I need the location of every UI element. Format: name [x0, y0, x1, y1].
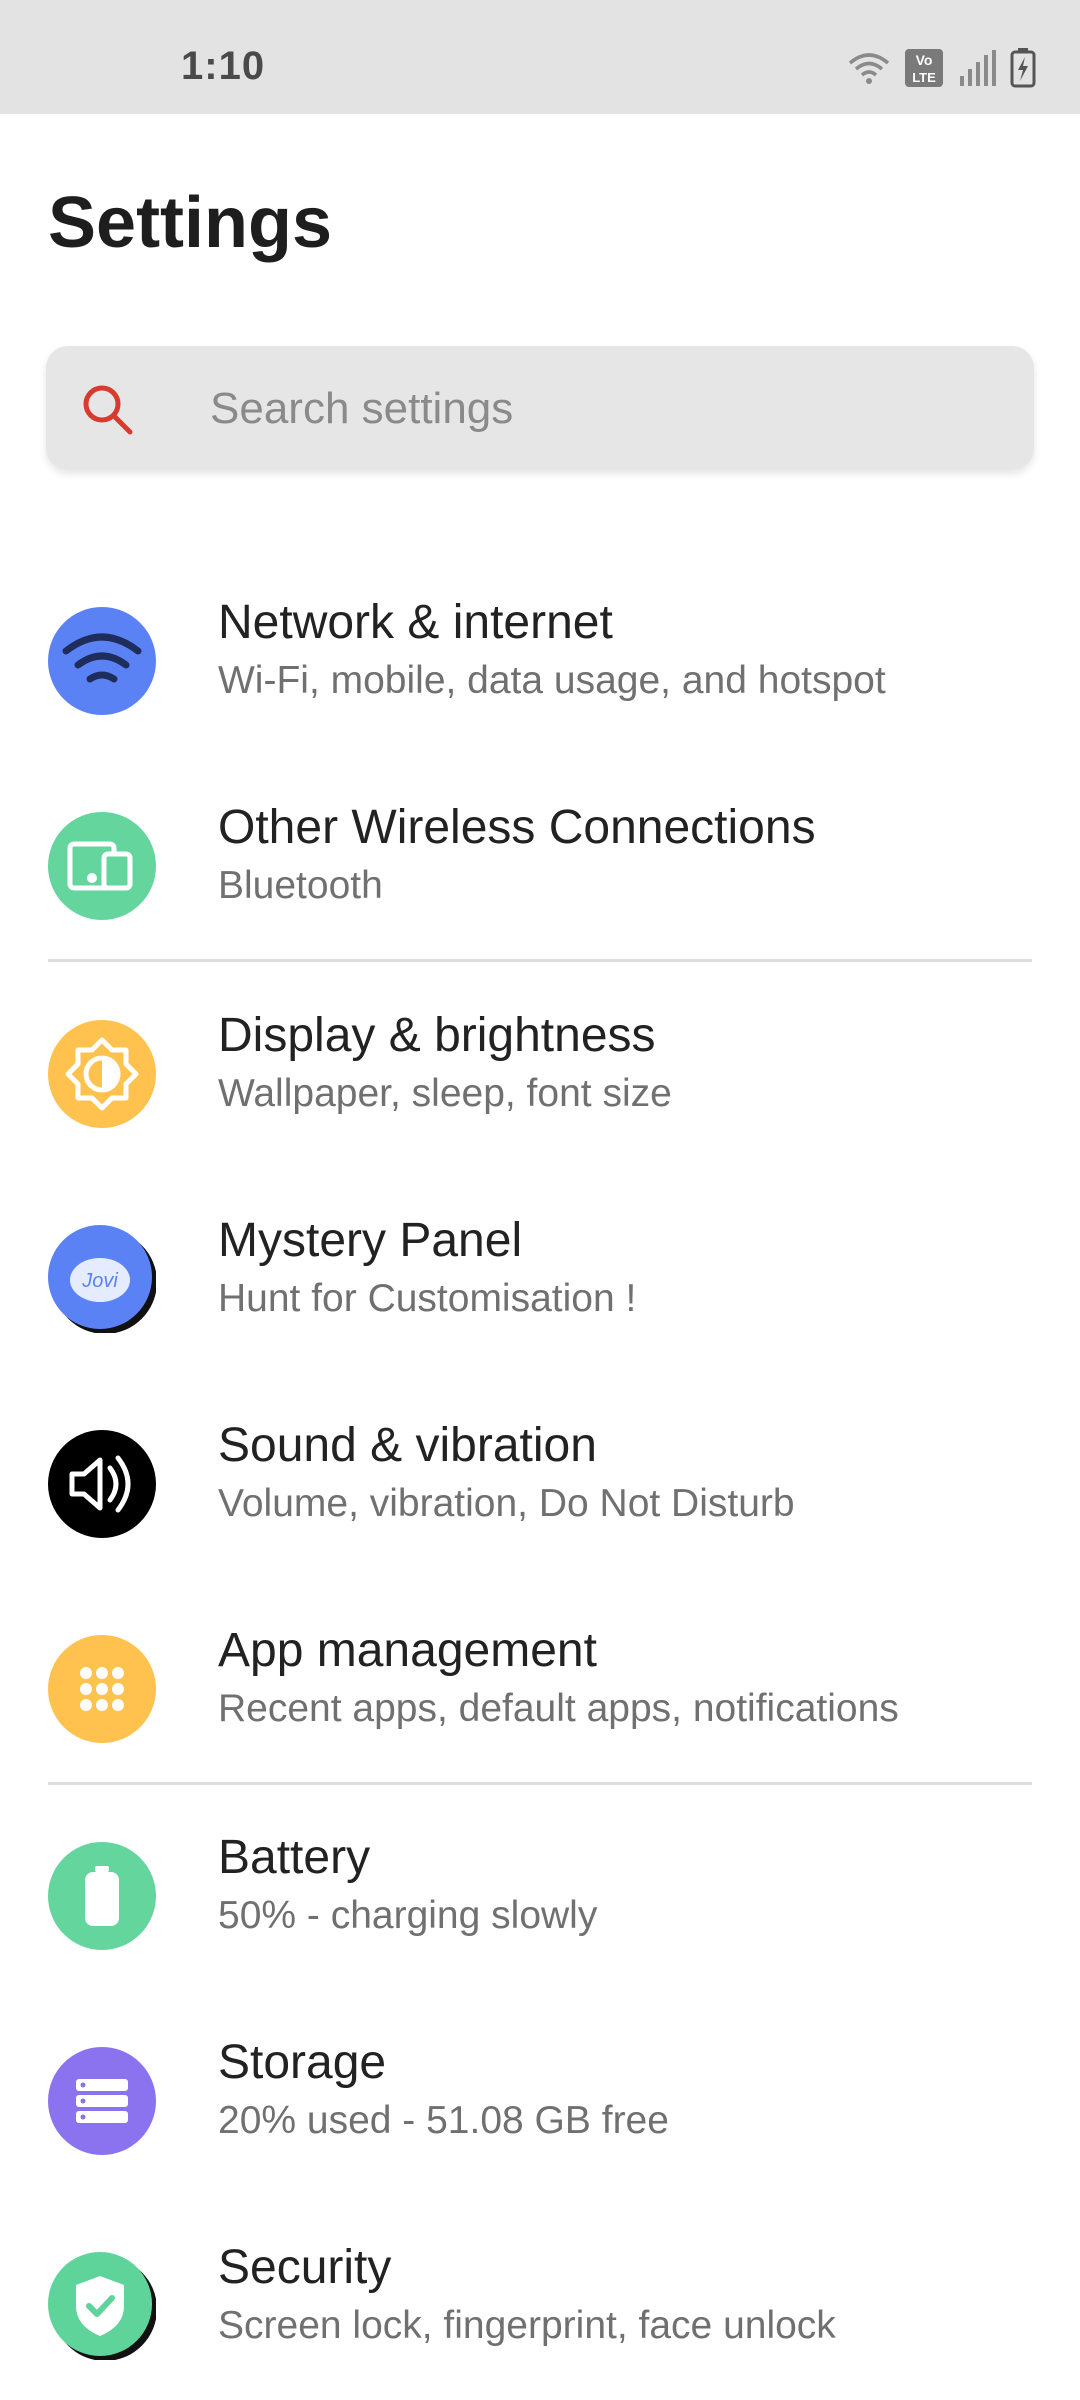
item-subtitle: Bluetooth: [218, 864, 383, 907]
search-bar[interactable]: Search settings: [46, 346, 1034, 470]
apps-grid-icon: [48, 1635, 156, 1743]
item-subtitle: Volume, vibration, Do Not Disturb: [218, 1482, 795, 1525]
svg-text:Jovi: Jovi: [81, 1270, 118, 1292]
item-subtitle: 50% - charging slowly: [218, 1894, 598, 1937]
settings-item-app-management[interactable]: App management Recent apps, default apps…: [0, 1583, 1080, 1773]
settings-item-battery[interactable]: Battery 50% - charging slowly: [0, 1790, 1080, 1980]
status-icons: Vo LTE: [848, 48, 1036, 88]
devices-icon: [48, 812, 156, 920]
page-title: Settings: [48, 183, 333, 263]
item-subtitle: Screen lock, fingerprint, face unlock: [218, 2304, 836, 2347]
search-icon: [80, 382, 136, 438]
item-title: Battery: [218, 1831, 371, 1884]
section-divider: [48, 959, 1032, 962]
battery-icon: [48, 1842, 156, 1950]
item-title: Sound & vibration: [218, 1419, 597, 1472]
storage-icon: [48, 2047, 156, 2155]
battery-charging-icon: [1010, 48, 1036, 88]
item-title: Other Wireless Connections: [218, 801, 816, 854]
shield-icon: [48, 2252, 157, 2361]
item-title: Security: [218, 2241, 392, 2294]
speaker-icon: [48, 1430, 156, 1538]
settings-item-other-wireless[interactable]: Other Wireless Connections Bluetooth: [0, 760, 1080, 950]
settings-item-network[interactable]: Network & internet Wi-Fi, mobile, data u…: [0, 555, 1080, 745]
section-divider: [48, 1782, 1032, 1785]
settings-item-security[interactable]: Security Screen lock, fingerprint, face …: [0, 2200, 1080, 2390]
settings-item-display[interactable]: Display & brightness Wallpaper, sleep, f…: [0, 968, 1080, 1158]
wifi-icon: [848, 51, 890, 85]
signal-icon: [958, 50, 996, 86]
item-title: Mystery Panel: [218, 1214, 523, 1267]
jovi-icon: Jovi: [48, 1225, 157, 1334]
item-subtitle: Recent apps, default apps, notifications: [218, 1687, 899, 1730]
search-input[interactable]: Search settings: [210, 384, 513, 434]
brightness-icon: [48, 1020, 156, 1128]
item-subtitle: Wi-Fi, mobile, data usage, and hotspot: [218, 659, 886, 702]
item-subtitle: Hunt for Customisation !: [218, 1277, 637, 1320]
item-subtitle: 20% used - 51.08 GB free: [218, 2099, 669, 2142]
status-bar: 1:10 Vo LTE: [0, 0, 1080, 114]
svg-text:Vo: Vo: [916, 52, 933, 68]
settings-item-sound[interactable]: Sound & vibration Volume, vibration, Do …: [0, 1378, 1080, 1568]
status-time: 1:10: [181, 44, 266, 88]
volte-icon: Vo LTE: [904, 48, 944, 88]
settings-item-storage[interactable]: Storage 20% used - 51.08 GB free: [0, 1995, 1080, 2185]
settings-item-mystery-panel[interactable]: Jovi Mystery Panel Hunt for Customisatio…: [0, 1173, 1080, 1363]
wifi-icon: [48, 607, 156, 715]
item-subtitle: Wallpaper, sleep, font size: [218, 1072, 672, 1115]
item-title: Display & brightness: [218, 1009, 656, 1062]
item-title: Storage: [218, 2036, 387, 2089]
item-title: Network & internet: [218, 596, 613, 649]
item-title: App management: [218, 1624, 597, 1677]
svg-text:LTE: LTE: [912, 70, 936, 85]
